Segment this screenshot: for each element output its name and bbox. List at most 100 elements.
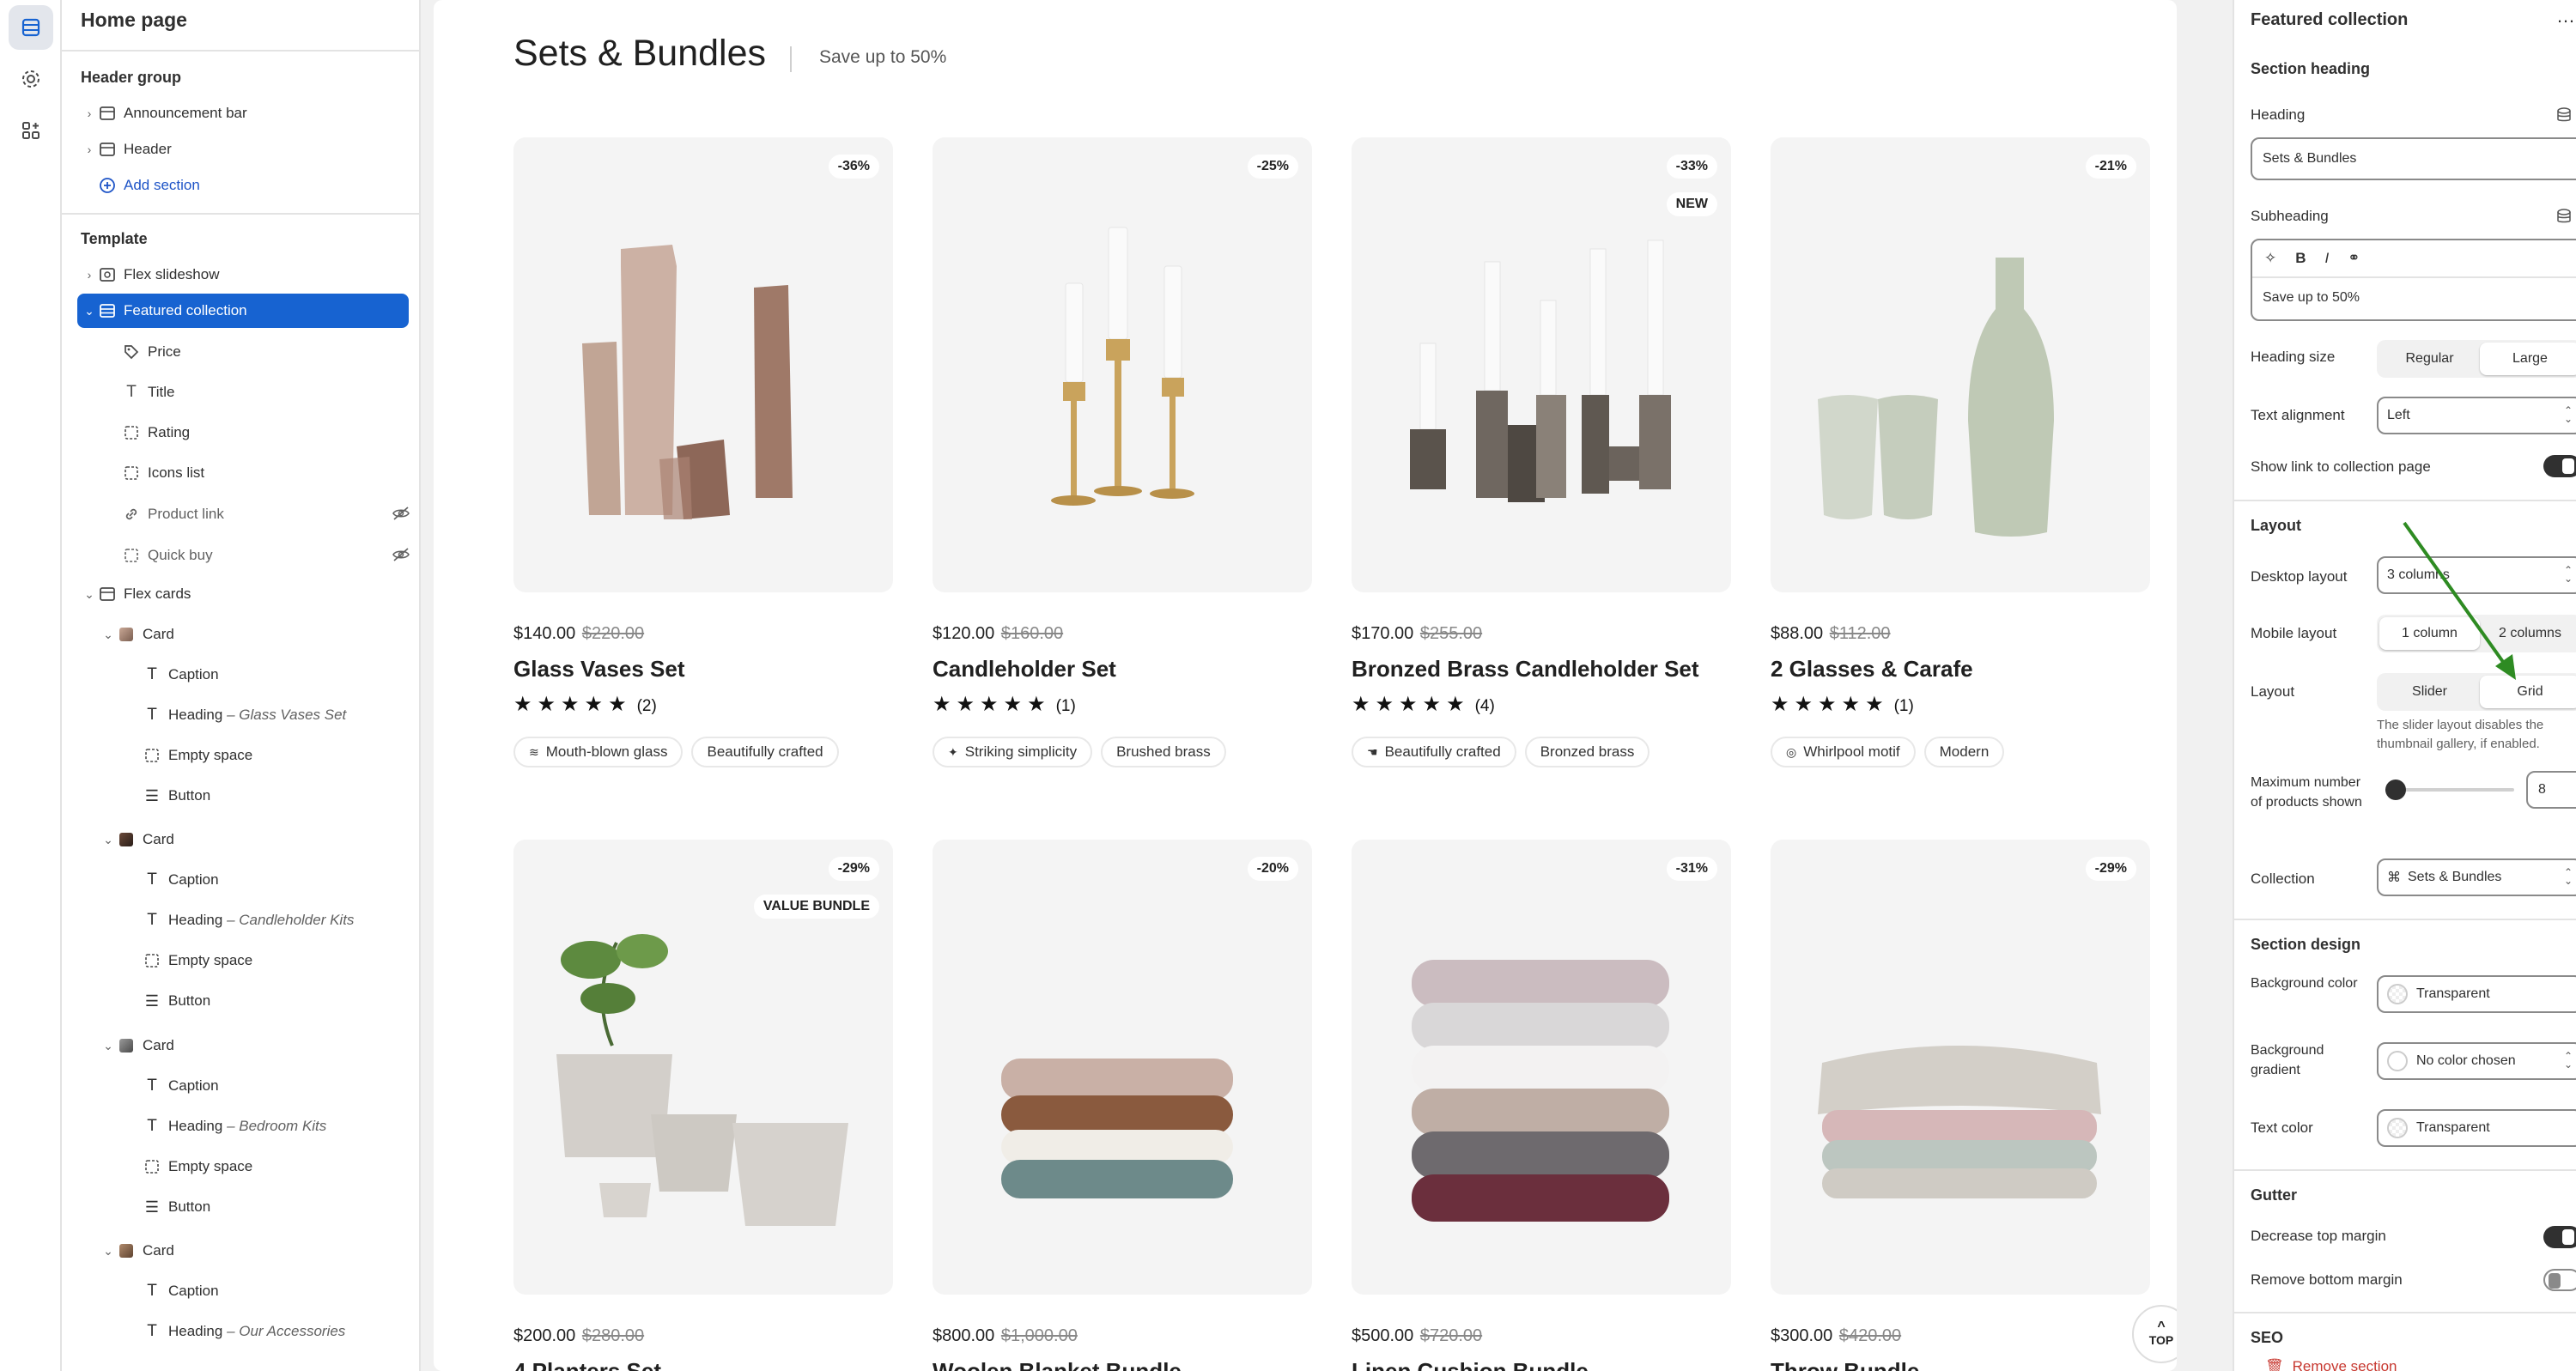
add-section-link[interactable]: Add section [98, 168, 410, 203]
max-products-slider-thumb[interactable] [2385, 780, 2406, 800]
tree-item-icons-list[interactable]: Icons list [122, 456, 410, 490]
tree-item-flex-cards[interactable]: ⌄ Flex cards [81, 577, 410, 611]
heading-size-large[interactable]: Large [2480, 343, 2576, 375]
italic-icon[interactable]: I [2325, 250, 2330, 267]
layout-slider-option[interactable]: Slider [2379, 676, 2480, 708]
product-card[interactable]: -31% $500.00 $720.00 Linen Cushion Bundl… [1352, 840, 1731, 1371]
mobile-layout-1col[interactable]: 1 column [2379, 617, 2480, 650]
dynamic-source-icon[interactable] [2555, 208, 2573, 229]
dynamic-source-icon[interactable] [2555, 106, 2573, 128]
more-options-icon[interactable]: … [2556, 5, 2575, 27]
product-card[interactable]: -36% $140.00 $220.00 Glass Vases Set ★★★… [513, 137, 893, 767]
layout-grid-option[interactable]: Grid [2480, 676, 2576, 708]
decrease-top-toggle[interactable] [2543, 1226, 2576, 1248]
tree-item-heading[interactable]: T Heading – Glass Vases Set [143, 698, 410, 732]
product-name[interactable]: Throw Bundle [1771, 1358, 1919, 1371]
product-image[interactable]: -29% [1771, 840, 2150, 1295]
tree-item-rating[interactable]: Rating [122, 416, 410, 450]
remove-bottom-toggle[interactable] [2543, 1269, 2576, 1291]
heading-size-regular[interactable]: Regular [2379, 343, 2480, 375]
bg-color-picker[interactable]: Transparent [2377, 975, 2576, 1013]
tree-item-button[interactable]: ☰ Button [143, 779, 410, 813]
tree-item-card[interactable]: ⌄ Card [100, 1028, 410, 1063]
eye-hidden-icon[interactable] [392, 546, 410, 567]
product-name[interactable]: Glass Vases Set [513, 656, 684, 682]
tree-item-empty-space[interactable]: Empty space [143, 1150, 410, 1184]
chevron-down-icon[interactable]: ⌄ [81, 304, 98, 318]
product-image[interactable]: -25% [933, 137, 1312, 592]
tree-item-flex-slideshow[interactable]: › Flex slideshow [81, 258, 410, 292]
text-color-picker[interactable]: Transparent [2377, 1109, 2576, 1147]
tree-item-caption[interactable]: T Caption [143, 863, 410, 897]
link-icon[interactable]: ⚭ [2348, 250, 2360, 267]
chevron-right-icon[interactable]: › [81, 268, 98, 282]
product-image[interactable]: -36% [513, 137, 893, 592]
mobile-layout-2col[interactable]: 2 columns [2480, 617, 2576, 650]
chevron-down-icon[interactable]: ⌄ [100, 1244, 117, 1259]
tree-item-price[interactable]: Price [122, 335, 410, 369]
chevron-down-icon[interactable]: ⌄ [100, 628, 117, 642]
product-name[interactable]: 2 Glasses & Carafe [1771, 656, 1973, 682]
remove-section-button[interactable]: 🗑 Remove section [2265, 1358, 2397, 1371]
tree-item-heading[interactable]: T Heading – Our Accessories [143, 1314, 410, 1349]
chevron-right-icon[interactable]: › [81, 106, 98, 120]
product-card[interactable]: -29% VALUE BUNDLE $200.00 $280.00 4 Plan… [513, 840, 893, 1371]
product-name[interactable]: Candleholder Set [933, 656, 1116, 682]
product-image[interactable]: -21% [1771, 137, 2150, 592]
tree-item-empty-space[interactable]: Empty space [143, 738, 410, 773]
tree-item-card[interactable]: ⌄ Card [100, 822, 410, 857]
subheading-value: Save up to 50% [2263, 290, 2360, 305]
tree-item-button[interactable]: ☰ Button [143, 984, 410, 1018]
tree-item-caption[interactable]: T Caption [143, 658, 410, 692]
magic-icon[interactable]: ✧ [2264, 250, 2276, 267]
tree-item-card[interactable]: ⌄ Card [100, 617, 410, 652]
product-name[interactable]: Bronzed Brass Candleholder Set [1352, 656, 1699, 682]
product-card[interactable]: -21% $88.00 $112.00 2 Glasses & Carafe ★… [1771, 137, 2150, 767]
tree-item-quick-buy[interactable]: Quick buy [122, 538, 410, 573]
chevron-down-icon[interactable]: ⌄ [81, 587, 98, 602]
show-link-toggle[interactable] [2543, 455, 2576, 477]
chevron-right-icon[interactable]: › [81, 143, 98, 156]
tree-item-title[interactable]: T Title [122, 375, 410, 409]
tree-item-caption[interactable]: T Caption [143, 1274, 410, 1308]
tree-item-header[interactable]: › Header [81, 132, 410, 167]
chevron-down-icon[interactable]: ⌄ [100, 833, 117, 847]
product-image[interactable]: -20% [933, 840, 1312, 1295]
product-name[interactable]: Woolen Blanket Bundle [933, 1358, 1182, 1371]
product-card[interactable]: -20% $800.00 $1,000.00 Woolen Blanket Bu… [933, 840, 1312, 1371]
product-card[interactable]: -29% $300.00 $420.00 Throw Bundle [1771, 840, 2150, 1371]
subheading-richtext[interactable]: ✧ B I ⚭ Save up to 50% [2251, 239, 2576, 321]
product-image[interactable]: -33% NEW [1352, 137, 1731, 592]
heading-input[interactable]: Sets & Bundles [2251, 137, 2576, 180]
whirlpool-icon: ◎ [1786, 744, 1797, 759]
new-badge: NEW [1666, 192, 1717, 216]
product-name[interactable]: Linen Cushion Bundle [1352, 1358, 1589, 1371]
preview-canvas: Sets & Bundles Save up to 50% -36% $140.… [434, 0, 2177, 1371]
tree-item-empty-space[interactable]: Empty space [143, 943, 410, 978]
product-image[interactable]: -29% VALUE BUNDLE [513, 840, 893, 1295]
tree-item-announcement-bar[interactable]: › Announcement bar [81, 96, 410, 130]
tree-item-card[interactable]: ⌄ Card [100, 1234, 410, 1268]
tree-item-heading[interactable]: T Heading – Candleholder Kits [143, 903, 410, 937]
tree-item-button[interactable]: ☰ Button [143, 1190, 410, 1224]
back-to-top-button[interactable]: ^ TOP [2132, 1305, 2177, 1363]
max-products-input[interactable]: 8 [2526, 771, 2576, 809]
collection-select[interactable]: ⌘ Sets & Bundles ⌃ ⌄ [2377, 858, 2576, 896]
eye-hidden-icon[interactable] [392, 505, 410, 526]
tree-item-caption[interactable]: T Caption [143, 1069, 410, 1103]
tree-item-featured-collection[interactable]: ⌄ Featured collection [77, 294, 409, 328]
tree-item-product-link[interactable]: Product link [122, 497, 410, 531]
text-alignment-select[interactable]: Left ⌃ ⌄ [2377, 397, 2576, 434]
product-image[interactable]: -31% [1352, 840, 1731, 1295]
apps-icon[interactable] [9, 108, 53, 153]
settings-icon[interactable] [9, 57, 53, 101]
product-card[interactable]: -25% $120.00 $160.00 Candleholder Set ★★… [933, 137, 1312, 767]
bold-icon[interactable]: B [2295, 250, 2306, 267]
bg-gradient-select[interactable]: No color chosen ⌃ ⌄ [2377, 1042, 2576, 1080]
sections-icon[interactable] [9, 5, 53, 50]
tree-item-heading[interactable]: T Heading – Bedroom Kits [143, 1109, 410, 1144]
chevron-down-icon[interactable]: ⌄ [100, 1039, 117, 1053]
desktop-layout-select[interactable]: 3 columns ⌃ ⌄ [2377, 556, 2576, 594]
product-card[interactable]: -33% NEW $170.00 $255.00 Bronzed Brass C… [1352, 137, 1731, 767]
product-name[interactable]: 4 Planters Set [513, 1358, 661, 1371]
